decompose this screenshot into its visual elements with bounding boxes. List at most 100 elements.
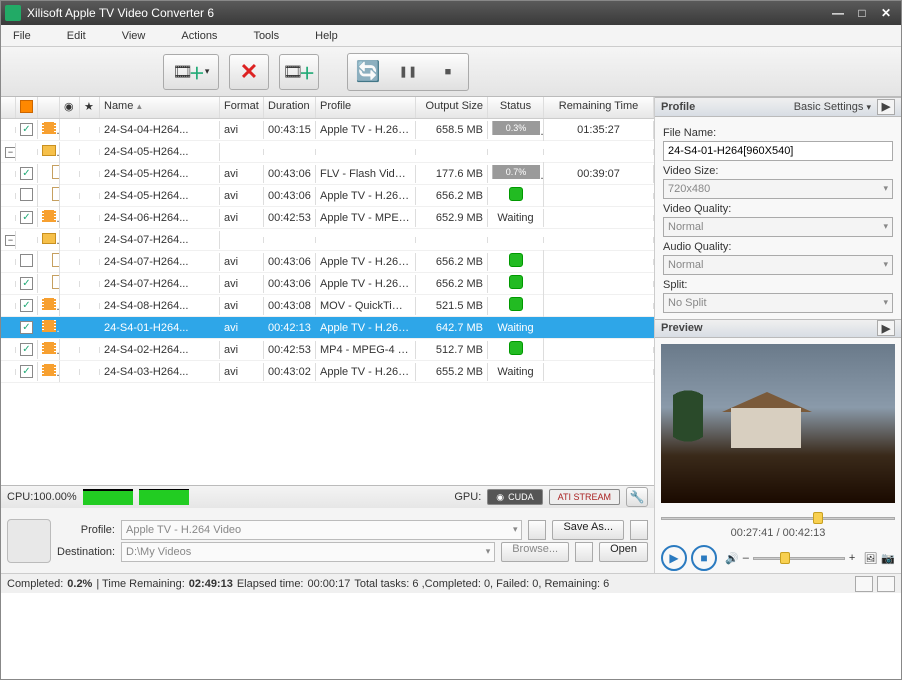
row-status — [488, 149, 544, 155]
table-group-row[interactable]: −24-S4-07-H264... — [1, 229, 654, 251]
videoquality-select[interactable]: Normal▾ — [663, 217, 893, 237]
col-disc-icon[interactable]: ◉ — [60, 97, 80, 118]
col-output[interactable]: Output Size — [416, 97, 488, 118]
col-status[interactable]: Status — [488, 97, 544, 118]
profile-expand-button[interactable]: ▶ — [877, 99, 895, 115]
menu-view[interactable]: View — [122, 30, 146, 42]
table-row[interactable]: ✓24-S4-08-H264...avi00:43:08MOV - QuickT… — [1, 295, 654, 317]
col-name[interactable]: Name▲ — [100, 97, 220, 118]
col-star-icon[interactable]: ★ — [80, 97, 100, 118]
menu-edit[interactable]: Edit — [67, 30, 86, 42]
snapshot-button[interactable]: 📷 — [881, 552, 895, 565]
device-icon[interactable] — [7, 519, 51, 563]
row-type-icon — [38, 162, 60, 185]
row-checkbox[interactable]: ✓ — [16, 274, 38, 293]
file-table-body[interactable]: ✓24-S4-04-H264...avi00:43:15Apple TV - H… — [1, 119, 654, 485]
browse-button[interactable]: Browse... — [501, 542, 569, 562]
col-profile[interactable]: Profile — [316, 97, 416, 118]
row-checkbox[interactable]: ✓ — [16, 340, 38, 359]
stop-button[interactable]: ■ — [430, 56, 466, 88]
profile-select[interactable]: Apple TV - H.264 Video▾ — [121, 520, 522, 540]
open-button[interactable]: Open — [599, 542, 648, 562]
table-row[interactable]: 24-S4-05-H264...avi00:43:06Apple TV - H.… — [1, 185, 654, 207]
table-row[interactable]: ✓24-S4-03-H264...avi00:43:02Apple TV - H… — [1, 361, 654, 383]
row-status: Waiting — [488, 209, 544, 227]
add-file-button[interactable]: 🎞＋▾ — [163, 54, 219, 90]
menu-actions[interactable]: Actions — [181, 30, 217, 42]
menu-file[interactable]: File — [13, 30, 31, 42]
volume-icon[interactable]: 🔊 — [725, 552, 739, 565]
row-status: Waiting — [488, 319, 544, 337]
split-select[interactable]: No Split▾ — [663, 293, 893, 313]
table-row[interactable]: ✓24-S4-04-H264...avi00:43:15Apple TV - H… — [1, 119, 654, 141]
preview-video[interactable] — [661, 344, 895, 502]
table-row[interactable]: 24-S4-07-H264...avi00:43:06Apple TV - H.… — [1, 251, 654, 273]
row-type-icon — [38, 142, 60, 162]
add-profile-button[interactable]: 🎞＋ — [279, 54, 319, 90]
row-format: avi — [220, 297, 264, 315]
row-checkbox[interactable]: ✓ — [16, 164, 38, 183]
volume-slider[interactable] — [753, 551, 845, 565]
expand-toggle[interactable]: − — [1, 143, 16, 161]
row-checkbox[interactable] — [16, 251, 38, 273]
row-profile: MP4 - MPEG-4 Vid... — [316, 341, 416, 359]
expand-toggle — [1, 193, 16, 199]
maximize-button[interactable]: □ — [851, 4, 873, 22]
pause-button[interactable]: ❚❚ — [390, 56, 426, 88]
convert-controls: 🔄 ❚❚ ■ — [347, 53, 469, 91]
col-duration[interactable]: Duration — [264, 97, 316, 118]
save-as-button[interactable]: Save As... — [552, 520, 624, 540]
row-checkbox[interactable]: ✓ — [16, 208, 38, 227]
table-row[interactable]: ✓24-S4-01-H264...avi00:42:13Apple TV - H… — [1, 317, 654, 339]
table-row[interactable]: ✓24-S4-07-H264...avi00:43:06Apple TV - H… — [1, 273, 654, 295]
cuda-badge[interactable]: ◉CUDA — [487, 489, 542, 505]
settings-dropdown[interactable]: Basic Settings ▾ — [794, 101, 871, 113]
expand-toggle[interactable]: − — [1, 231, 16, 249]
table-group-row[interactable]: −24-S4-05-H264... — [1, 141, 654, 163]
filename-input[interactable] — [663, 141, 893, 161]
row-name: 24-S4-07-H264... — [100, 253, 220, 271]
table-row[interactable]: ✓24-S4-02-H264...avi00:42:53MP4 - MPEG-4… — [1, 339, 654, 361]
status-tasks: Total tasks: 6 ,Completed: 0, Failed: 0,… — [354, 578, 609, 590]
col-format[interactable]: Format — [220, 97, 264, 118]
col-checkall[interactable] — [16, 97, 38, 118]
videosize-select[interactable]: 720x480▾ — [663, 179, 893, 199]
ati-badge[interactable]: ATI STREAM — [549, 489, 620, 505]
row-checkbox[interactable]: ✓ — [16, 318, 38, 337]
row-checkbox[interactable]: ✓ — [16, 362, 38, 381]
row-checkbox[interactable] — [16, 185, 38, 207]
audioquality-label: Audio Quality: — [663, 241, 893, 253]
save-as-menu-button[interactable] — [630, 520, 648, 540]
status-power-button[interactable] — [877, 576, 895, 592]
row-status — [488, 237, 544, 243]
convert-button[interactable]: 🔄 — [350, 56, 386, 88]
system-row: CPU:100.00% GPU: ◉CUDA ATI STREAM 🔧 — [1, 486, 654, 508]
play-button[interactable]: ▶ — [661, 545, 687, 571]
close-button[interactable]: ✕ — [875, 4, 897, 22]
row-output: 656.2 MB — [416, 275, 488, 293]
preview-seek-slider[interactable] — [661, 511, 895, 523]
row-name: 24-S4-07-H264... — [100, 275, 220, 293]
destination-input[interactable]: D:\My Videos▾ — [121, 542, 495, 562]
preview-stop-button[interactable]: ■ — [691, 545, 717, 571]
status-list-button[interactable] — [855, 576, 873, 592]
remove-button[interactable]: ✕ — [229, 54, 269, 90]
menu-help[interactable]: Help — [315, 30, 338, 42]
snapshot-folder-button[interactable]: 🖼 — [863, 552, 877, 565]
row-remaining — [544, 149, 654, 155]
gpu-config-button[interactable]: 🔧 — [626, 487, 648, 507]
row-profile: Apple TV - H.264 ... — [316, 253, 416, 271]
row-checkbox[interactable]: ✓ — [16, 296, 38, 315]
menu-tools[interactable]: Tools — [253, 30, 279, 42]
videoquality-label: Video Quality: — [663, 203, 893, 215]
profile-menu-button[interactable] — [528, 520, 546, 540]
row-name: 24-S4-06-H264... — [100, 209, 220, 227]
minimize-button[interactable]: — — [827, 4, 849, 22]
table-row[interactable]: ✓24-S4-06-H264...avi00:42:53Apple TV - M… — [1, 207, 654, 229]
col-remaining[interactable]: Remaining Time — [544, 97, 654, 118]
browse-menu-button[interactable] — [575, 542, 593, 562]
row-checkbox[interactable]: ✓ — [16, 120, 38, 139]
preview-expand-button[interactable]: ▶ — [877, 320, 895, 336]
table-row[interactable]: ✓24-S4-05-H264...avi00:43:06FLV - Flash … — [1, 163, 654, 185]
audioquality-select[interactable]: Normal▾ — [663, 255, 893, 275]
